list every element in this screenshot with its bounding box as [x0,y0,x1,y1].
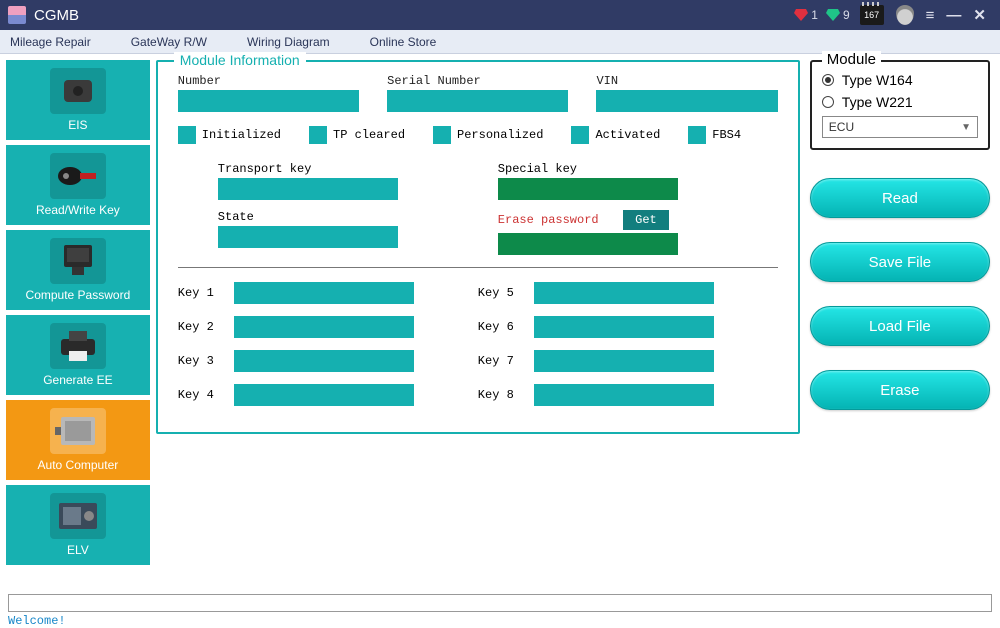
special-key-field[interactable] [498,178,678,200]
elv-icon [50,493,106,539]
erase-password-field[interactable] [498,233,678,255]
save-file-button[interactable]: Save File [810,242,990,282]
key6-label: Key 6 [478,320,534,334]
gem-green-counter: 9 [826,8,850,22]
key5-label: Key 5 [478,286,534,300]
module-select[interactable]: ECU ▼ [822,116,978,138]
menu-online-store[interactable]: Online Store [370,35,437,49]
status-text: Welcome! [8,614,992,628]
module-group: Module Type W164 Type W221 ECU ▼ [810,60,990,150]
app-logo-icon [8,6,26,24]
menu-mileage-repair[interactable]: Mileage Repair [10,35,91,49]
check-personalized[interactable]: Personalized [433,126,543,144]
app-title: CGMB [34,7,79,24]
gem-red-counter: 1 [794,8,818,22]
erase-password-label: Erase password [498,213,620,227]
password-icon [50,238,106,284]
vin-field[interactable] [596,90,777,112]
key2-label: Key 2 [178,320,234,334]
key1-label: Key 1 [178,286,234,300]
key4-label: Key 4 [178,388,234,402]
key5-field[interactable] [534,282,714,304]
number-label: Number [178,74,359,88]
transport-key-label: Transport key [218,162,498,176]
titlebar: CGMB 1 9 167 ≡ — ✕ [0,0,1000,30]
sidebar-item-auto-computer[interactable]: Auto Computer [6,400,150,480]
module-legend: Module [822,51,881,68]
erase-button[interactable]: Erase [810,370,990,410]
key8-field[interactable] [534,384,714,406]
get-button[interactable]: Get [623,210,669,230]
module-information-group: Module Information Number Serial Number … [156,60,800,434]
eis-icon [50,68,106,114]
ecu-icon [50,408,106,454]
calendar-badge[interactable]: 167 [860,5,884,25]
radio-type-w221[interactable]: Type W221 [822,94,978,110]
key2-field[interactable] [234,316,414,338]
menu-wiring-diagram[interactable]: Wiring Diagram [247,35,330,49]
chevron-down-icon: ▼ [961,122,971,133]
separator [178,267,778,268]
vin-label: VIN [596,74,777,88]
number-field[interactable] [178,90,359,112]
serial-number-label: Serial Number [387,74,568,88]
key7-label: Key 7 [478,354,534,368]
state-label: State [218,210,498,224]
load-file-button[interactable]: Load File [810,306,990,346]
hamburger-menu-icon[interactable]: ≡ [926,7,935,24]
key8-label: Key 8 [478,388,534,402]
close-icon[interactable]: ✕ [973,6,986,24]
printer-icon [50,323,106,369]
special-key-label: Special key [498,162,778,176]
sidebar-item-elv[interactable]: ELV [6,485,150,565]
module-select-value: ECU [829,120,854,134]
command-input[interactable] [8,594,992,612]
sidebar-item-read-write-key[interactable]: Read/Write Key [6,145,150,225]
check-activated[interactable]: Activated [571,126,660,144]
read-button[interactable]: Read [810,178,990,218]
key3-field[interactable] [234,350,414,372]
sidebar: EIS Read/Write Key Compute Password Gene… [0,54,156,594]
transport-key-field[interactable] [218,178,398,200]
sidebar-item-compute-password[interactable]: Compute Password [6,230,150,310]
sidebar-item-generate-ee[interactable]: Generate EE [6,315,150,395]
menu-gateway-rw[interactable]: GateWay R/W [131,35,207,49]
key7-field[interactable] [534,350,714,372]
radio-type-w164[interactable]: Type W164 [822,72,978,88]
check-initialized[interactable]: Initialized [178,126,281,144]
sidebar-item-eis[interactable]: EIS [6,60,150,140]
medal-icon[interactable] [896,5,914,25]
key1-field[interactable] [234,282,414,304]
state-field[interactable] [218,226,398,248]
key4-field[interactable] [234,384,414,406]
key6-field[interactable] [534,316,714,338]
check-tp-cleared[interactable]: TP cleared [309,126,405,144]
module-info-legend: Module Information [174,52,306,68]
key-icon [50,153,106,199]
key3-label: Key 3 [178,354,234,368]
serial-number-field[interactable] [387,90,568,112]
minimize-icon[interactable]: — [946,7,961,24]
check-fbs4[interactable]: FBS4 [688,126,741,144]
